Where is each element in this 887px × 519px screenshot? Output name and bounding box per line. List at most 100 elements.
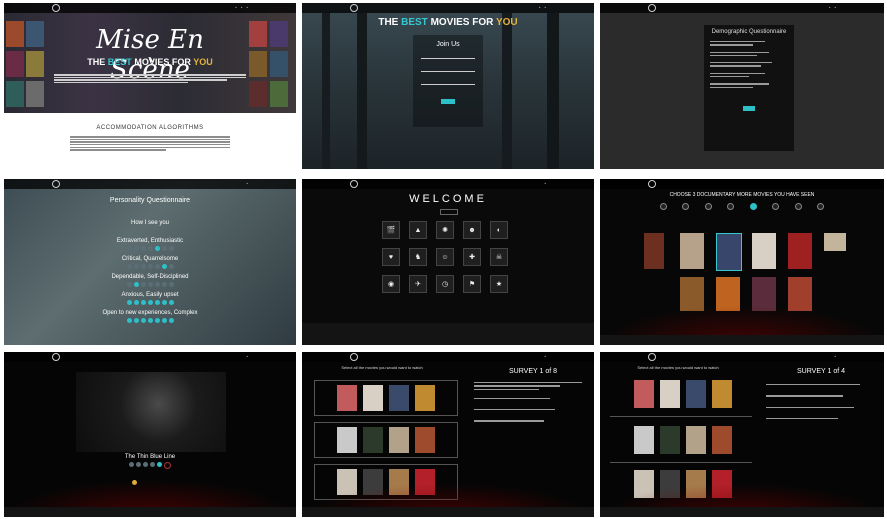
star-icon[interactable]: ★: [490, 275, 508, 293]
heart-icon[interactable]: ♥: [382, 248, 400, 266]
navbar: ●: [4, 179, 296, 189]
navbar: ●: [302, 179, 594, 189]
panel-landing: ● ● ● Mise En Scène THE BEST MOVIES FOR YO…: [4, 3, 296, 169]
rating-row-5[interactable]: [4, 318, 296, 323]
movie-group: [610, 422, 752, 463]
rating-row-4[interactable]: [4, 300, 296, 305]
movie-poster[interactable]: [712, 426, 732, 454]
movie-group: [314, 422, 458, 458]
welcome-title: WELCOME: [409, 193, 487, 205]
choose-title: CHOOSE 3 DOCUMENTARY MORE MOVIES YOU HAV…: [669, 192, 815, 198]
movie-poster[interactable]: [337, 427, 357, 453]
submit-button[interactable]: [743, 105, 755, 111]
tool-icon[interactable]: ✚: [463, 248, 481, 266]
giraffe-icon[interactable]: ♞: [409, 248, 427, 266]
movie-poster[interactable]: [686, 426, 706, 454]
movie-poster[interactable]: [660, 380, 680, 408]
movie-poster[interactable]: [680, 233, 704, 269]
logo-icon[interactable]: [52, 180, 60, 188]
genre-grid: 🎬 ▲ ✺ ☻ ◐ ♥ ♞ ☺ ✚ ☠ ◉ ✈ ◷ ⚑ ★: [382, 221, 514, 293]
trait-label-5: Open to new experiences, Complex: [102, 310, 198, 316]
navbar: ● ●: [302, 3, 594, 13]
logo-icon[interactable]: [648, 353, 656, 361]
logo-icon[interactable]: [648, 180, 656, 188]
panel-choose: CHOOSE 3 DOCUMENTARY MORE MOVIES YOU HAV…: [600, 179, 884, 345]
trait-label-1: Extraverted, Enthusiastic: [116, 238, 184, 244]
panel-personality: ● Personality Questionnaire How I see yo…: [4, 179, 296, 345]
clock-icon[interactable]: ◷: [436, 275, 454, 293]
logo-icon[interactable]: [52, 353, 60, 361]
confirm-field[interactable]: [421, 84, 475, 85]
select-title: Select all the movies you would want to …: [341, 365, 423, 370]
headline: THE BEST MOVIES FOR YOU: [378, 17, 518, 28]
movie-poster[interactable]: [634, 380, 654, 408]
rating-dots[interactable]: [4, 462, 296, 469]
trait-label-3: Dependable, Self-Disciplined: [111, 274, 189, 280]
trait-label-2: Critical, Quarrelsome: [121, 256, 179, 262]
panel-join: ● ● THE BEST MOVIES FOR YOU Join Us: [302, 3, 594, 169]
navbar: ●: [302, 352, 594, 362]
survey-questions[interactable]: [474, 380, 582, 424]
trait-label-4: Anxious, Easily upset: [121, 292, 179, 298]
movie-poster[interactable]: [716, 233, 742, 271]
movie-group: [610, 376, 752, 417]
navbar: [600, 179, 884, 189]
movie-poster[interactable]: [363, 385, 383, 411]
flag-icon[interactable]: ⚑: [463, 275, 481, 293]
movie-poster[interactable]: [634, 426, 654, 454]
movie-poster[interactable]: [415, 385, 435, 411]
rating-row-2[interactable]: [4, 264, 296, 269]
section-title: ACCOMMODATION ALGORITHMS: [96, 125, 204, 131]
movie-poster[interactable]: [660, 426, 680, 454]
mask-icon[interactable]: ◐: [490, 221, 508, 239]
trait-label-0: How I see you: [130, 220, 170, 226]
password-field[interactable]: [421, 71, 475, 72]
logo-icon[interactable]: [350, 180, 358, 188]
demographic-form: Demographic Questionnaire: [704, 25, 794, 151]
survey-title: SURVEY 1 of 8: [509, 368, 557, 375]
movie-poster[interactable]: [389, 385, 409, 411]
screenshot-grid: ● ● ● Mise En Scène THE BEST MOVIES FOR YO…: [4, 3, 884, 517]
movie-poster[interactable]: [788, 233, 812, 269]
panel-survey-b: ● Select all the movies you would want t…: [600, 352, 884, 517]
movie-poster[interactable]: [363, 427, 383, 453]
movie-group: [314, 380, 458, 416]
logo-icon[interactable]: [350, 353, 358, 361]
welcome-button[interactable]: [440, 209, 458, 215]
skull-icon[interactable]: ☠: [490, 248, 508, 266]
movie-poster[interactable]: [686, 380, 706, 408]
movie-caption: The Thin Blue Line: [124, 454, 176, 460]
gear-icon[interactable]: ✺: [436, 221, 454, 239]
movie-poster[interactable]: [389, 427, 409, 453]
logo-icon[interactable]: [52, 4, 60, 12]
film-icon[interactable]: 🎬: [382, 221, 400, 239]
survey-questions[interactable]: [766, 382, 876, 421]
panel-demographic: ● ● Demographic Questionnaire: [600, 3, 884, 169]
panel-welcome: ● WELCOME 🎬 ▲ ✺ ☻ ◐ ♥ ♞ ☺ ✚ ☠ ◉ ✈ ◷ ⚑ ★: [302, 179, 594, 345]
movie-poster[interactable]: [824, 233, 846, 251]
rating-row-1[interactable]: [4, 246, 296, 251]
email-field[interactable]: [421, 58, 475, 59]
trailer-video[interactable]: [76, 372, 226, 452]
camera-icon[interactable]: ◉: [382, 275, 400, 293]
movie-poster[interactable]: [752, 233, 776, 269]
rating-row-3[interactable]: [4, 282, 296, 287]
rocket-icon[interactable]: ✈: [409, 275, 427, 293]
face-icon[interactable]: ☺: [436, 248, 454, 266]
movie-poster[interactable]: [337, 385, 357, 411]
mountain-icon[interactable]: ▲: [409, 221, 427, 239]
movie-poster[interactable]: [644, 233, 664, 269]
form-title: Demographic Questionnaire: [711, 29, 787, 35]
navbar: ●: [600, 352, 884, 362]
logo-icon[interactable]: [350, 4, 358, 12]
movie-poster[interactable]: [415, 427, 435, 453]
panel-trailer: ● The Thin Blue Line: [4, 352, 296, 517]
section-paragraph: [70, 135, 230, 152]
tagline: THE BEST MOVIES FOR YOU: [87, 57, 213, 67]
navbar: ●: [4, 352, 296, 362]
survey-title: SURVEY 1 of 4: [797, 368, 845, 375]
movie-poster[interactable]: [712, 380, 732, 408]
logo-icon[interactable]: [648, 4, 656, 12]
join-button[interactable]: [441, 99, 455, 104]
person-icon[interactable]: ☻: [463, 221, 481, 239]
